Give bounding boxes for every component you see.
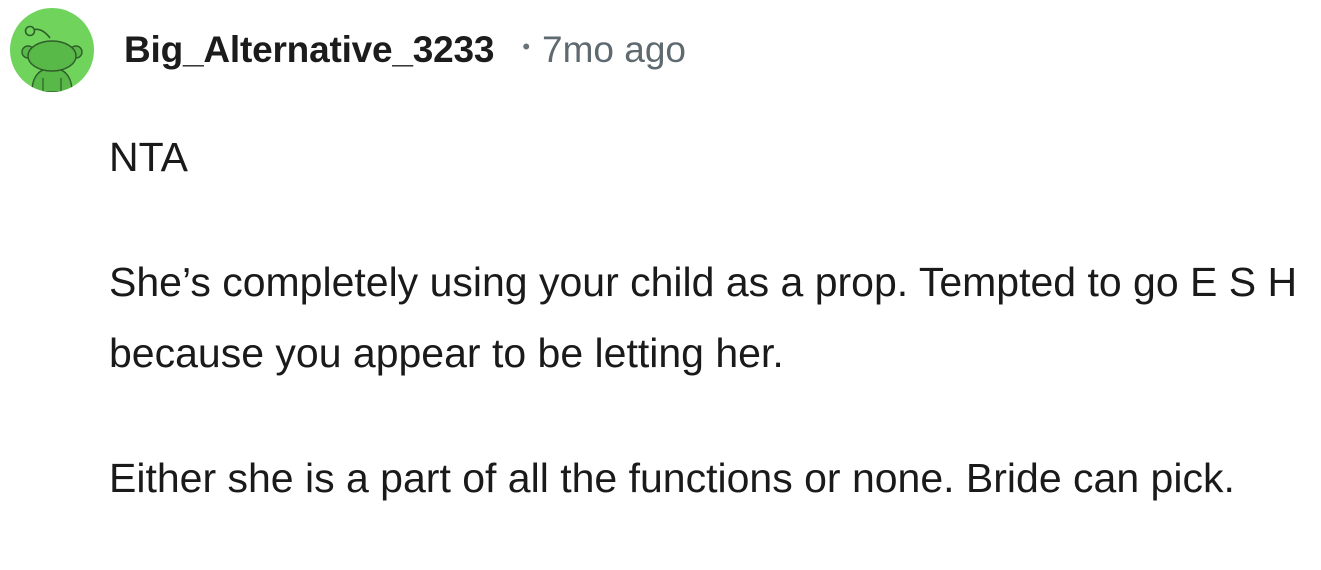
comment-timestamp[interactable]: 7mo ago xyxy=(542,29,686,71)
comment-body: NTA She’s completely using your child as… xyxy=(109,122,1317,514)
user-avatar[interactable] xyxy=(10,8,94,92)
comment: Big_Alternative_3233 • 7mo ago NTA She’s… xyxy=(0,0,1321,570)
comment-header: Big_Alternative_3233 • 7mo ago xyxy=(10,8,686,92)
comment-paragraph: NTA xyxy=(109,134,188,180)
separator-dot: • xyxy=(522,34,531,59)
comment-author[interactable]: Big_Alternative_3233 xyxy=(124,29,495,71)
comment-paragraph: Either she is a part of all the function… xyxy=(109,455,1235,501)
comment-paragraph: She’s completely using your child as a p… xyxy=(109,259,1298,376)
reddit-snoo-avatar-icon xyxy=(21,25,83,92)
